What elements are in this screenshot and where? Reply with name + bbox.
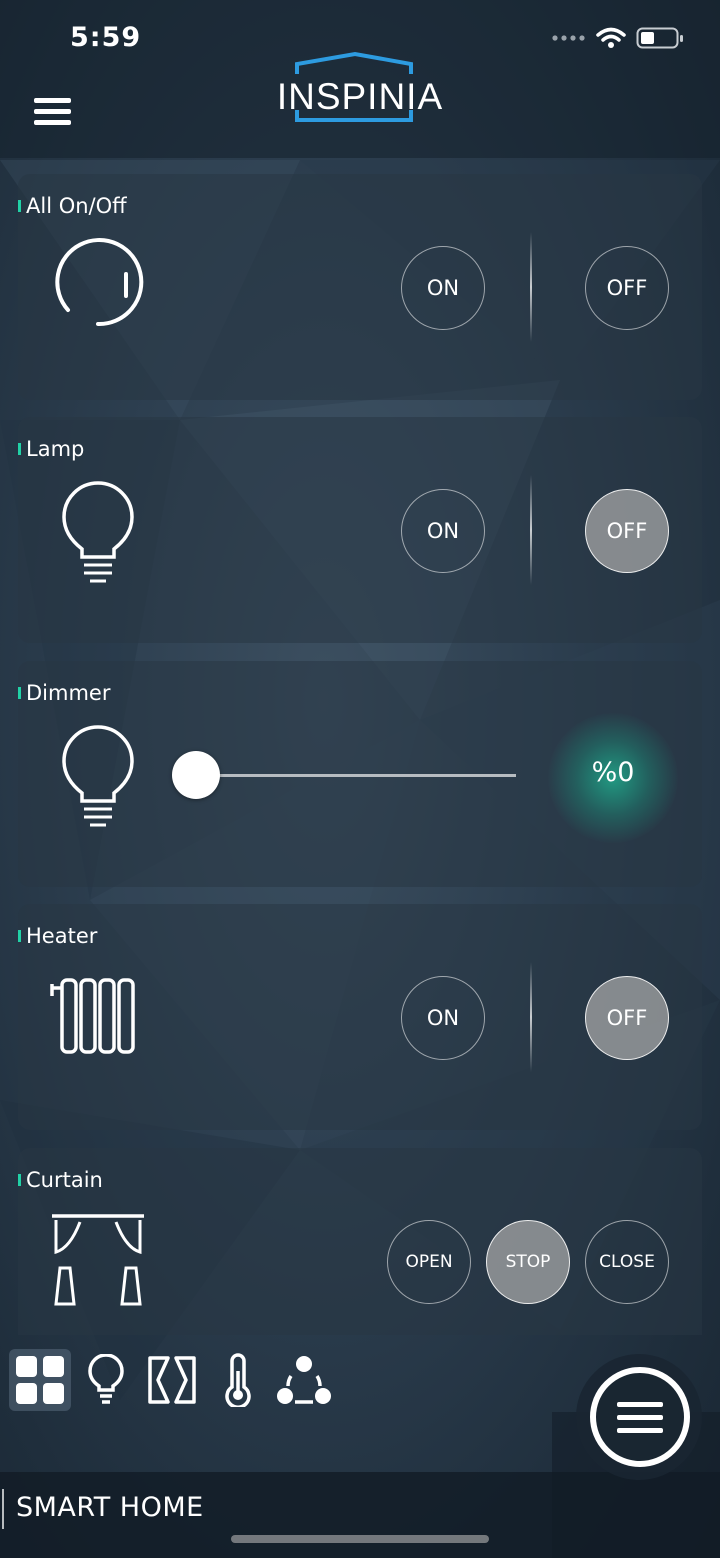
nav-temperature[interactable]	[207, 1349, 269, 1411]
main-menu-fab-button[interactable]	[590, 1367, 690, 1467]
divider	[530, 962, 532, 1072]
grid-icon	[16, 1356, 64, 1404]
status-time: 5:59	[70, 22, 142, 53]
divider	[530, 232, 532, 342]
menu-bar-icon	[34, 98, 71, 103]
fab-menu-bar-icon	[617, 1401, 663, 1407]
card-dimmer: Dimmer %0	[17, 661, 702, 887]
battery-icon	[636, 27, 683, 49]
wifi-icon	[596, 27, 626, 48]
hamburger-menu-button[interactable]	[34, 98, 74, 130]
fab-menu-bar-icon	[617, 1427, 663, 1433]
divider	[530, 475, 532, 585]
heater-off-button[interactable]: OFF	[585, 976, 669, 1060]
bulb-icon	[48, 477, 148, 587]
bulb-icon	[48, 721, 148, 831]
radiator-icon	[48, 964, 148, 1074]
menu-bar-icon	[34, 109, 71, 114]
thermometer-icon	[225, 1353, 251, 1407]
nav-curtains[interactable]	[141, 1349, 203, 1411]
lamp-on-button[interactable]: ON	[401, 489, 485, 573]
card-title: Dimmer	[17, 681, 111, 705]
dimmer-slider-track[interactable]	[213, 774, 516, 777]
nav-dashboard[interactable]	[9, 1349, 71, 1411]
card-title: All On/Off	[18, 194, 127, 218]
all-on-button[interactable]: ON	[401, 246, 485, 330]
curtain-close-button[interactable]: CLOSE	[585, 1220, 669, 1304]
nav-scenes[interactable]	[273, 1349, 335, 1411]
cellular-signal-icon	[552, 35, 585, 41]
nav-lights[interactable]	[75, 1349, 137, 1411]
curtain-stop-button[interactable]: STOP	[486, 1220, 570, 1304]
footer-label: SMART HOME	[2, 1489, 204, 1529]
card-title: Heater	[17, 924, 98, 948]
dimmer-slider-thumb[interactable]	[172, 751, 220, 799]
curtain-icon	[48, 1208, 148, 1318]
lamp-off-button[interactable]: OFF	[585, 489, 669, 573]
status-icons	[552, 26, 684, 50]
fab-menu-bar-icon	[617, 1414, 663, 1420]
curtain-icon	[148, 1356, 196, 1404]
card-curtain: Curtain OPEN STOP CLOSE	[18, 1148, 702, 1335]
home-indicator[interactable]	[231, 1535, 489, 1543]
card-title: Lamp	[17, 437, 85, 461]
power-icon	[48, 234, 148, 344]
footer-bar: SMART HOME	[0, 1472, 720, 1558]
all-off-button[interactable]: OFF	[585, 246, 669, 330]
card-heater: Heater ON OFF	[17, 904, 702, 1130]
logo-text: INSPINIA	[276, 76, 444, 117]
dimmer-value: %0	[591, 757, 635, 788]
menu-bar-icon	[34, 120, 71, 125]
card-title: Curtain	[18, 1168, 103, 1192]
app-logo: INSPINIA	[255, 50, 465, 126]
bulb-icon	[88, 1354, 124, 1404]
card-all-on-off: All On/Off ON OFF	[18, 174, 702, 400]
card-lamp: Lamp ON OFF	[17, 417, 702, 643]
curtain-open-button[interactable]: OPEN	[387, 1220, 471, 1304]
scenes-icon	[277, 1356, 331, 1404]
heater-on-button[interactable]: ON	[401, 976, 485, 1060]
